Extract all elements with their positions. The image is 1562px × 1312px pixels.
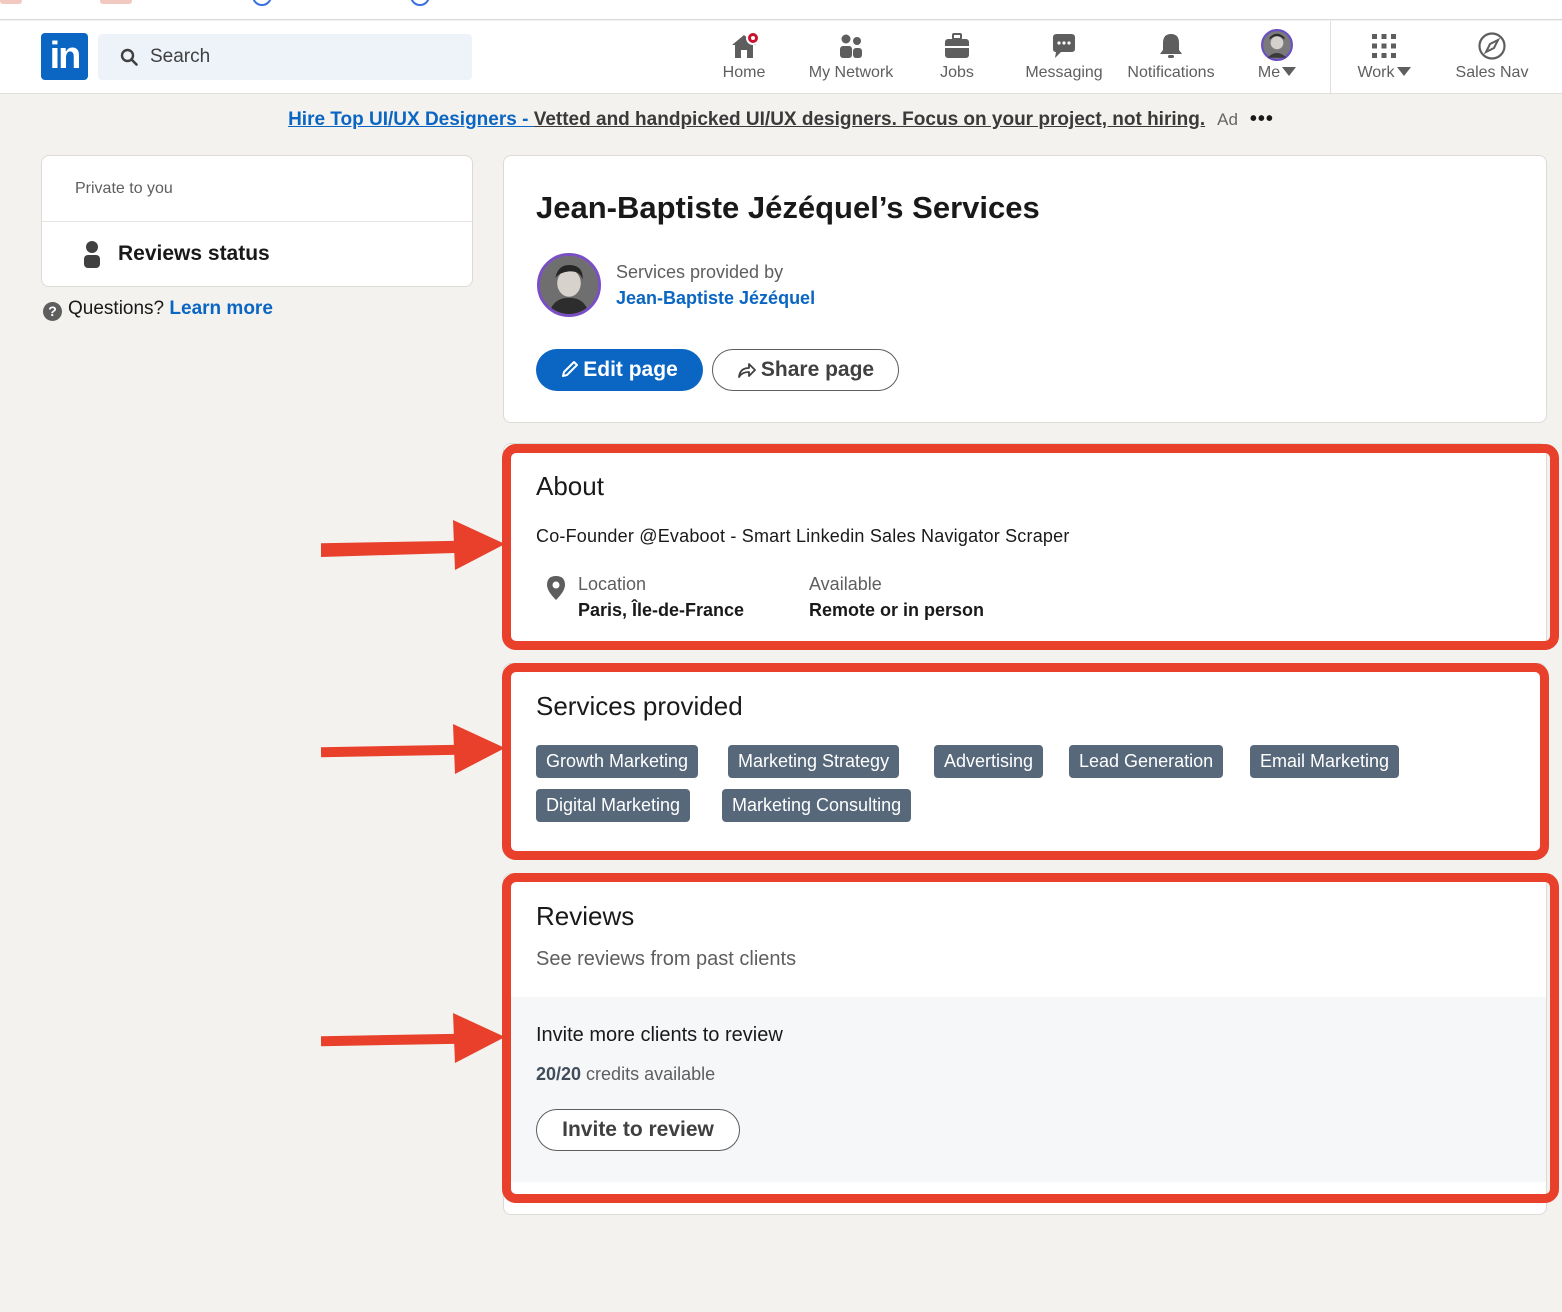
service-tag[interactable]: Advertising bbox=[934, 745, 1044, 778]
profile-photo bbox=[540, 256, 598, 314]
about-card: About Co-Founder @Evaboot - Smart Linked… bbox=[503, 443, 1547, 648]
service-tag[interactable]: Email Marketing bbox=[1250, 745, 1400, 778]
nav-messaging[interactable]: Messaging bbox=[1018, 27, 1110, 89]
nav-label: Me bbox=[1244, 64, 1310, 82]
service-tag[interactable]: Growth Marketing bbox=[536, 745, 699, 778]
caret-down-icon bbox=[1282, 67, 1297, 76]
browser-tab[interactable] bbox=[100, 0, 132, 4]
share-arrow-icon bbox=[737, 363, 756, 378]
about-description: Co-Founder @Evaboot - Smart Linkedin Sal… bbox=[536, 526, 1070, 546]
nav-label: Sales Nav bbox=[1455, 64, 1529, 81]
about-title: About bbox=[536, 471, 604, 501]
ad-text[interactable]: Vetted and handpicked UI/UX designers. F… bbox=[534, 109, 1205, 130]
available-value: Remote or in person bbox=[809, 600, 985, 620]
nav-home[interactable]: Home bbox=[704, 27, 784, 89]
nav-my-network[interactable]: My Network bbox=[800, 27, 902, 89]
nav-notifications[interactable]: Notifications bbox=[1118, 27, 1224, 89]
compass-icon bbox=[1478, 32, 1506, 60]
invite-panel: Invite more clients to review 20/20 cred… bbox=[504, 997, 1546, 1182]
nav-label: Jobs bbox=[940, 64, 974, 81]
top-nav: in Home My Network Jobs Messaging Notifi… bbox=[0, 21, 1562, 94]
search-icon bbox=[120, 48, 138, 66]
network-icon bbox=[840, 34, 862, 58]
credits-text: credits available bbox=[581, 1064, 716, 1084]
service-tag[interactable]: Digital Marketing bbox=[536, 789, 691, 822]
services-provided-card: Services provided Growth Marketing Marke… bbox=[503, 663, 1547, 858]
help-icon: ? bbox=[43, 302, 62, 321]
pencil-icon bbox=[562, 361, 579, 377]
edit-page-button[interactable]: Edit page bbox=[536, 349, 703, 391]
sidebar-card: Private to you Reviews status bbox=[41, 155, 473, 287]
annotation-arrow bbox=[321, 520, 505, 570]
nav-sales-nav[interactable]: Sales Nav bbox=[1448, 27, 1536, 89]
provided-by-label: Services provided by bbox=[616, 262, 784, 282]
nav-jobs[interactable]: Jobs bbox=[920, 27, 994, 89]
questions-row: ? Questions? Learn more bbox=[43, 298, 273, 321]
search-bar[interactable] bbox=[98, 34, 472, 80]
nav-label: Home bbox=[722, 64, 766, 81]
me-label: Me bbox=[1257, 64, 1281, 81]
questions-label: Questions? bbox=[68, 298, 165, 319]
edit-page-label: Edit page bbox=[583, 358, 678, 381]
linkedin-logo[interactable]: in bbox=[41, 33, 88, 80]
reviews-subtitle: See reviews from past clients bbox=[536, 948, 797, 970]
nav-label: Work bbox=[1346, 64, 1422, 82]
reviews-status-label: Reviews status bbox=[118, 242, 270, 265]
invite-title: Invite more clients to review bbox=[536, 1024, 783, 1046]
learn-more-link[interactable]: Learn more bbox=[169, 298, 272, 319]
provider-avatar[interactable] bbox=[537, 253, 601, 317]
work-label: Work bbox=[1357, 64, 1395, 81]
jobs-icon bbox=[945, 33, 969, 58]
reviews-title: Reviews bbox=[536, 901, 635, 931]
annotation-arrow bbox=[321, 724, 505, 774]
page-title: Jean-Baptiste Jézéquel’s Services bbox=[536, 190, 1040, 225]
available-label: Available bbox=[809, 574, 882, 594]
location-pin-icon bbox=[547, 576, 565, 600]
home-icon bbox=[732, 31, 759, 58]
nav-label: Messaging bbox=[1025, 64, 1103, 81]
credits-count: 20/20 bbox=[536, 1064, 582, 1084]
browser-tab-strip bbox=[0, 0, 1562, 20]
private-label: Private to you bbox=[75, 180, 173, 197]
provider-name-link[interactable]: Jean-Baptiste Jézéquel bbox=[616, 288, 815, 309]
service-tag[interactable]: Lead Generation bbox=[1069, 745, 1224, 778]
services-header-card: Jean-Baptiste Jézéquel’s Services Servic… bbox=[503, 155, 1547, 423]
nav-divider bbox=[1330, 21, 1331, 94]
ad-banner: Hire Top UI/UX Designers - Vetted and ha… bbox=[0, 108, 1562, 138]
browser-tab-icon[interactable] bbox=[252, 0, 272, 6]
invite-to-review-button[interactable]: Invite to review bbox=[536, 1109, 740, 1151]
avatar bbox=[1261, 29, 1293, 61]
services-title: Services provided bbox=[536, 691, 743, 721]
nav-work[interactable]: Work bbox=[1346, 27, 1422, 89]
caret-down-icon bbox=[1396, 67, 1411, 76]
share-page-button[interactable]: Share page bbox=[712, 349, 899, 391]
grid-icon bbox=[1372, 34, 1396, 58]
search-input[interactable] bbox=[150, 34, 450, 80]
person-icon bbox=[84, 241, 100, 268]
location-label: Location bbox=[578, 574, 647, 594]
browser-tab[interactable] bbox=[0, 0, 22, 4]
nav-me[interactable]: Me bbox=[1244, 27, 1310, 89]
notifications-icon bbox=[1160, 34, 1182, 58]
service-tag[interactable]: Marketing Strategy bbox=[728, 745, 900, 778]
browser-tab-icon[interactable] bbox=[410, 0, 430, 6]
share-page-label: Share page bbox=[760, 358, 875, 381]
messaging-icon bbox=[1053, 34, 1075, 58]
ad-tag: Ad bbox=[1217, 110, 1238, 129]
reviews-card: Reviews See reviews from past clients In… bbox=[503, 873, 1547, 1215]
nav-label: Notifications bbox=[1127, 64, 1215, 81]
ad-more-icon[interactable]: ••• bbox=[1250, 108, 1274, 130]
service-tag[interactable]: Marketing Consulting bbox=[722, 789, 912, 822]
ad-link[interactable]: Hire Top UI/UX Designers - bbox=[288, 109, 534, 130]
divider bbox=[42, 221, 472, 222]
credits-available: 20/20 credits available bbox=[536, 1064, 715, 1085]
nav-label: My Network bbox=[808, 64, 894, 81]
location-value: Paris, Île-de-France bbox=[578, 600, 745, 620]
annotation-arrow bbox=[321, 1013, 505, 1063]
